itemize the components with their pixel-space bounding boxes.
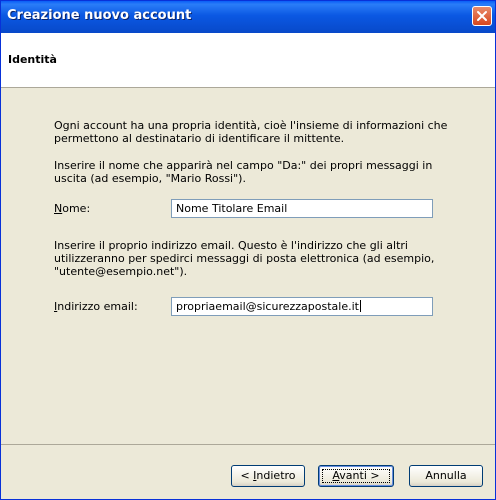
- title-bar[interactable]: Creazione nuovo account: [1, 1, 495, 33]
- wizard-header: Identità: [1, 33, 495, 88]
- name-instruction: Inserire il nome che apparirà nel campo …: [54, 159, 433, 185]
- back-button-prefix: <: [240, 469, 254, 482]
- wizard-footer: < Indietro Avanti > Annulla: [1, 444, 495, 499]
- name-label: Nome:: [54, 202, 90, 215]
- text-caret: [359, 300, 361, 312]
- close-button[interactable]: [472, 6, 492, 26]
- cancel-button[interactable]: Annulla: [409, 465, 483, 487]
- name-input[interactable]: Nome Titolare Email: [171, 199, 433, 218]
- close-icon: [477, 11, 487, 21]
- cancel-button-label: Annulla: [425, 469, 467, 482]
- name-label-accesskey: N: [54, 202, 63, 215]
- next-button-label: vanti >: [339, 469, 380, 482]
- window-title: Creazione nuovo account: [7, 8, 192, 23]
- email-input-value: propriaemail@sicurezzapostale.it: [176, 300, 359, 313]
- email-input[interactable]: propriaemail@sicurezzapostale.it: [171, 297, 433, 316]
- wizard-content: Ogni account ha una propria identità, ci…: [1, 88, 495, 444]
- name-label-text: ome:: [62, 202, 91, 215]
- intro-text: Ogni account ha una propria identità, ci…: [54, 119, 448, 145]
- name-input-value: Nome Titolare Email: [176, 202, 288, 215]
- page-title: Identità: [8, 53, 57, 66]
- email-instruction: Inserire il proprio indirizzo email. Que…: [54, 239, 435, 278]
- email-label-text: ndirizzo email:: [57, 300, 138, 313]
- back-button[interactable]: < Indietro: [231, 465, 305, 487]
- back-button-label: ndietro: [256, 469, 296, 482]
- next-button[interactable]: Avanti >: [318, 465, 394, 487]
- email-label: Indirizzo email:: [54, 300, 138, 313]
- wizard-window: Creazione nuovo account Identità Ogni ac…: [0, 0, 496, 500]
